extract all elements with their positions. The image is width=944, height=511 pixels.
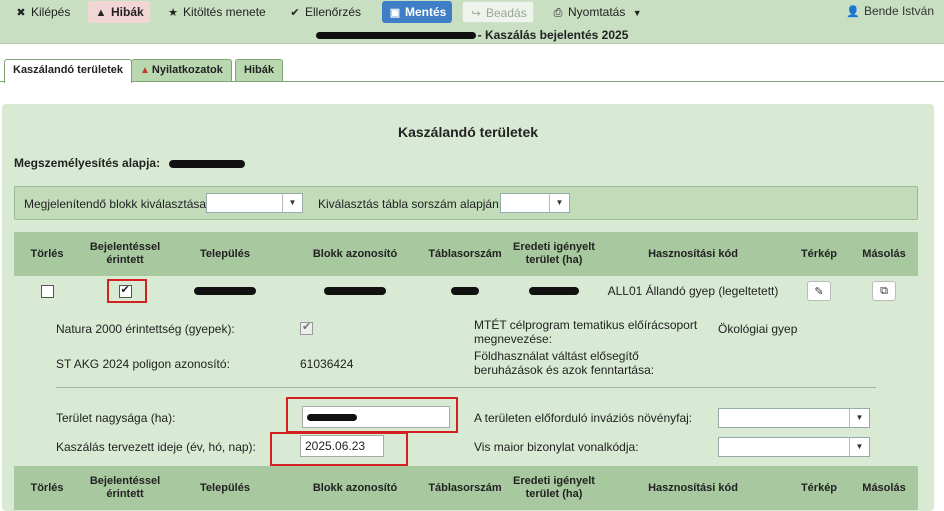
col-settlement: Település [200,481,250,494]
redaction-mark [315,32,476,40]
redaction-mark [451,287,479,295]
caret-down-icon: ▼ [849,438,869,456]
col-delete: Törlés [30,481,64,494]
star-icon: ★ [168,7,178,19]
checkmark-icon: ✔ [290,7,300,19]
check-button[interactable]: ✔ Ellenőrzés [282,1,367,23]
user-menu[interactable]: 👤 Bende István [846,1,934,21]
col-copy: Másolás [862,481,906,494]
col-settlement: Település [200,247,250,260]
table-header: Törlés Bejelentéssel érintett Település … [14,466,918,510]
filter-bar: Megjelenítendő blokk kiválasztása: ▼ Kiv… [14,186,918,220]
share-icon: ↪ [471,8,481,20]
id-basis: Megszemélyesítés alapja: [14,156,246,170]
tab-bar: Kaszálandó területek ▲ Nyilatkozatok Hibá… [0,58,944,83]
floppy-disk-icon: ▣ [389,7,401,19]
mtet-label: MTÉT célprogram tematikus előírácsoport … [474,318,698,346]
redaction-mark [169,159,246,168]
highlight-box [107,279,147,303]
col-original-area: Eredeti igényelt terület (ha) [513,241,595,266]
natura-checkbox [300,320,313,335]
table-select-label: Kiválasztás tábla sorszám alapján: [318,197,503,211]
tab-declarations[interactable]: ▲ Nyilatkozatok [131,59,232,81]
col-table-number: Táblasorszám [428,481,502,494]
user-icon: 👤 [846,6,860,18]
col-delete: Törlés [30,247,64,260]
caret-down-icon: ▼ [632,8,642,18]
table-select[interactable]: ▼ [500,193,570,213]
warning-icon: ▲ [140,65,150,76]
polygon-label: ST AKG 2024 poligon azonosító: [56,357,230,371]
highlight-box [270,432,408,466]
row-details: Natura 2000 érintettség (gyepek): MTÉT c… [14,306,918,466]
close-icon: ✖ [16,7,26,19]
section-title: Kaszálandó területek [397,124,539,140]
mowing-date-label: Kaszálás tervezett ideje (év, hó, nap): [56,440,256,454]
highlight-box [286,397,458,433]
caret-down-icon: ▼ [849,409,869,427]
save-button[interactable]: ▣ Mentés [382,1,453,23]
col-table-number: Táblasorszám [428,247,502,260]
printer-icon: ⎙ [553,7,563,19]
block-select-label: Megjelenítendő blokk kiválasztása: [24,197,210,211]
vis-maior-select[interactable]: ▼ [718,437,870,457]
divider [56,387,876,388]
top-toolbar: ✖ Kilépés ▲ Hibák ★ Kitöltés menete ✔ Ellenő… [0,0,944,44]
tab-mowing-areas[interactable]: Kaszálandó területek [4,59,133,83]
redaction-mark [529,287,579,295]
col-block-id: Blokk azonosító [312,247,398,260]
pencil-icon: ✎ [814,285,824,298]
copy-icon: ⧉ [880,284,888,297]
land-use-code: ALL01 Állandó gyep (legeltetett) [607,284,779,298]
col-block-id: Blokk azonosító [312,481,398,494]
col-affected: Bejelentéssel érintett [89,241,161,266]
invasive-label: A területen előforduló inváziós növényfa… [474,411,693,425]
tab-errors[interactable]: Hibák [235,59,283,81]
land-use-change-label: Földhasználat váltást elősegítő beruházá… [474,349,655,377]
copy-button[interactable]: ⧉ [872,281,896,301]
col-land-use-code: Hasznosítási kód [648,481,738,494]
vis-maior-label: Vis maior bizonylat vonalkódja: [474,440,639,454]
warning-icon: ▲ [95,7,107,19]
submit-button[interactable]: ↪ Beadás [462,1,534,23]
mtet-value: Ökológiai gyep [718,322,798,336]
print-button[interactable]: ⎙ Nyomtatás ▼ [545,1,648,23]
exit-button[interactable]: ✖ Kilépés [8,1,76,23]
natura-label: Natura 2000 érintettség (gyepek): [56,322,235,336]
table-header: Törlés Bejelentéssel érintett Település … [14,232,918,276]
map-button[interactable]: ✎ [807,281,831,301]
delete-checkbox[interactable] [40,284,54,298]
col-affected: Bejelentéssel érintett [89,475,161,500]
col-map: Térkép [800,247,838,260]
main-panel: Kaszálandó területek Megszemélyesítés al… [2,104,934,511]
page-title: - Kaszálás bejelentés 2025 [0,28,944,42]
col-land-use-code: Hasznosítási kód [648,247,738,260]
process-button[interactable]: ★ Kitöltés menete [160,1,272,23]
invasive-species-select[interactable]: ▼ [718,408,870,428]
errors-button[interactable]: ▲ Hibák [88,1,150,23]
caret-down-icon: ▼ [282,194,302,212]
polygon-value: 61036424 [300,357,354,371]
area-label: Terület nagysága (ha): [56,411,176,425]
col-copy: Másolás [862,247,906,260]
redaction-mark [324,287,386,295]
col-map: Térkép [800,481,838,494]
table-row: ALL01 Állandó gyep (legeltetett) ✎ ⧉ [14,276,918,306]
col-original-area: Eredeti igényelt terület (ha) [513,475,595,500]
block-select[interactable]: ▼ [206,193,303,213]
redaction-mark [194,287,256,295]
caret-down-icon: ▼ [549,194,569,212]
